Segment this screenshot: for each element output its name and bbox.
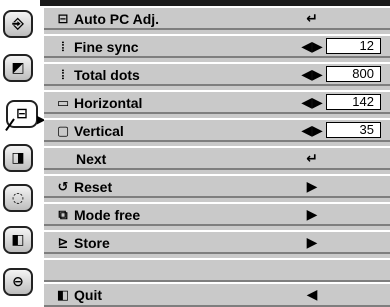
menu-item-label: Fine sync	[74, 39, 139, 55]
tab-setting[interactable]: ◧	[3, 226, 33, 254]
setting-icon: ◧	[11, 232, 25, 248]
right-arrow-icon: ▶	[306, 235, 318, 251]
menu-item-mode-free[interactable]: ⧉ Mode free ▶	[44, 202, 390, 226]
tab-screen[interactable]: ◌	[3, 184, 33, 212]
category-tab-bar: ⎆ ◩ ⊟ ◨ ◌ ◧ ⊖	[0, 0, 44, 307]
menu-item-store[interactable]: ⊵ Store ▶	[44, 230, 390, 254]
total-dots-icon: ⦙	[61, 67, 65, 83]
pc-adjust-tab-icon: ⊟	[16, 106, 28, 122]
menu-item-horizontal[interactable]: ▭ Horizontal ◀▶ 142	[44, 90, 390, 114]
input-icon: ⎆	[12, 16, 24, 32]
menu-item-label: Vertical	[74, 123, 124, 139]
osd-window: ⎆ ◩ ⊟ ◨ ◌ ◧ ⊖ ▶ ⊟ Auto PC Adj. ↵ ⦙ Fine …	[0, 0, 390, 307]
tab-input[interactable]: ⎆	[3, 10, 33, 38]
right-arrow-icon: ▶	[306, 207, 318, 223]
right-arrow-icon: ▶	[306, 179, 318, 195]
quit-icon: ◧	[56, 287, 70, 303]
fine-sync-icon: ⦙	[61, 39, 65, 55]
menu-item-next[interactable]: Next ↵	[44, 146, 390, 170]
left-right-arrows-icon[interactable]: ◀▶	[301, 122, 323, 140]
tab-image-adjust[interactable]: ◨	[3, 144, 33, 172]
left-arrow-icon: ◀	[306, 287, 318, 303]
store-icon: ⊵	[57, 235, 69, 251]
screen-icon: ◌	[11, 190, 25, 206]
enter-icon: ↵	[306, 11, 318, 27]
mode-free-icon: ⧉	[58, 207, 68, 223]
fine-sync-value[interactable]: 12	[326, 38, 381, 54]
menu-item-label: Quit	[74, 287, 102, 303]
menu-item-total-dots[interactable]: ⦙ Total dots ◀▶ 800	[44, 62, 390, 86]
horizontal-icon: ▭	[56, 95, 70, 111]
horizontal-value[interactable]: 142	[326, 94, 381, 110]
tab-image-select[interactable]: ◩	[3, 54, 33, 82]
menu-item-label: Horizontal	[74, 95, 143, 111]
reset-icon: ↺	[57, 179, 69, 195]
vertical-icon: ▢	[56, 123, 70, 139]
menu-item-label: Reset	[74, 179, 113, 195]
left-right-arrows-icon[interactable]: ◀▶	[301, 38, 323, 56]
menu-item-fine-sync[interactable]: ⦙ Fine sync ◀▶ 12	[44, 34, 390, 58]
menu-item-auto-pc-adj[interactable]: ⊟ Auto PC Adj. ↵	[44, 6, 390, 30]
left-right-arrows-icon[interactable]: ◀▶	[301, 66, 323, 84]
enter-icon: ↵	[306, 151, 318, 167]
information-icon: ⊖	[12, 274, 24, 290]
menu-item-quit[interactable]: ◧ Quit ◀	[44, 282, 390, 307]
image-select-icon: ◩	[11, 60, 25, 76]
total-dots-value[interactable]: 800	[326, 66, 381, 82]
menu-item-label: Mode free	[74, 207, 141, 223]
image-adjust-icon: ◨	[11, 150, 25, 166]
pc-adjust-icon: ⊟	[57, 11, 69, 27]
menu-item-empty	[44, 258, 390, 282]
menu-item-reset[interactable]: ↺ Reset ▶	[44, 174, 390, 198]
menu-item-label: Auto PC Adj.	[74, 11, 160, 27]
menu-item-label: Next	[76, 151, 107, 167]
left-right-arrows-icon[interactable]: ◀▶	[301, 94, 323, 112]
tab-information[interactable]: ⊖	[3, 268, 33, 296]
menu-item-label: Store	[74, 235, 110, 251]
menu-item-label: Total dots	[74, 67, 140, 83]
menu-item-vertical[interactable]: ▢ Vertical ◀▶ 35	[44, 118, 390, 142]
vertical-value[interactable]: 35	[326, 122, 381, 138]
